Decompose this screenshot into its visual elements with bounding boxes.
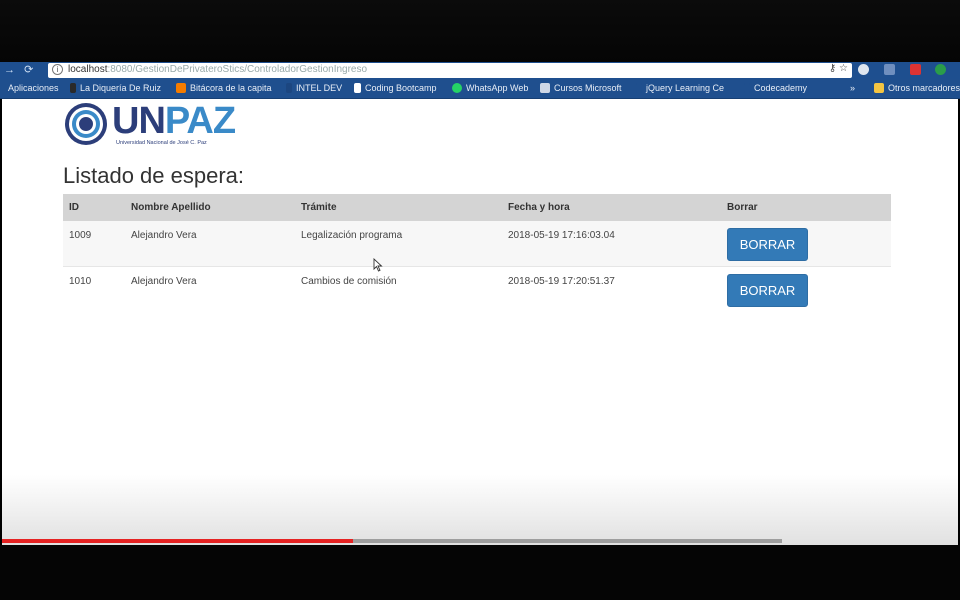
- browser-toolbar: → ⟳ i localhost:8080/GestionDePrivateroS…: [0, 62, 960, 79]
- bookmark-label: WhatsApp Web: [466, 83, 529, 93]
- url-text: localhost:8080/GestionDePrivateroStics/C…: [68, 64, 367, 75]
- extension-icon-4[interactable]: [935, 64, 947, 75]
- bookmark-2[interactable]: Bitácora de la capita: [176, 83, 272, 93]
- cell-tramite: Cambios de comisión: [301, 276, 397, 287]
- table-header: ID Nombre Apellido Trámite Fecha y hora …: [63, 194, 891, 221]
- extension-icons: [858, 64, 958, 78]
- extension-icon-2[interactable]: [883, 64, 895, 75]
- bookmark-label: Aplicaciones: [8, 83, 59, 93]
- waiting-list-table: ID Nombre Apellido Trámite Fecha y hora …: [63, 194, 891, 313]
- bookmark-label: Cursos Microsoft: [554, 83, 622, 93]
- microsoft-icon: [540, 83, 550, 93]
- bookmark-5[interactable]: WhatsApp Web: [452, 83, 528, 93]
- mouse-cursor-icon: [373, 258, 383, 272]
- url-host: localhost: [68, 64, 108, 75]
- table-row: 1009 Alejandro Vera Legalización program…: [63, 221, 891, 267]
- bookmarks-bar: Aplicaciones La Diquería De Ruiz Bitácor…: [0, 79, 960, 99]
- bookmark-3[interactable]: INTEL DEV: [286, 83, 342, 93]
- bookmarks-overflow[interactable]: »: [850, 83, 855, 93]
- cell-fecha: 2018-05-19 17:16:03.04: [508, 230, 615, 241]
- bookmark-label: Otros marcadores: [888, 83, 960, 93]
- browser-nav: → ⟳: [4, 63, 39, 76]
- page-title: Listado de espera:: [63, 163, 245, 188]
- delete-button[interactable]: BORRAR: [727, 228, 808, 261]
- info-icon[interactable]: i: [52, 64, 63, 75]
- whatsapp-icon: [452, 83, 462, 93]
- bookmark-4[interactable]: Coding Bootcamp: [354, 83, 437, 93]
- page-icon: [354, 83, 361, 93]
- key-icon[interactable]: ⚷: [829, 63, 836, 74]
- jquery-icon: [636, 83, 642, 93]
- table-row: 1010 Alejandro Vera Cambios de comisión …: [63, 267, 891, 313]
- cell-tramite: Legalización programa: [301, 230, 403, 241]
- extension-icon-1[interactable]: [858, 64, 869, 75]
- header-fecha: Fecha y hora: [508, 202, 570, 213]
- bookmark-label: Codecademy: [754, 83, 808, 93]
- bookmark-icon: [70, 83, 76, 93]
- cell-fecha: 2018-05-19 17:20:51.37: [508, 276, 615, 287]
- blogger-icon: [176, 83, 186, 93]
- cell-name: Alejandro Vera: [131, 230, 197, 241]
- web-page: UNPAZ Universidad Nacional de José C. Pa…: [2, 99, 958, 545]
- bookmark-label: La Diquería De Ruiz: [80, 83, 162, 93]
- bookmark-label: Bitácora de la capita: [190, 83, 272, 93]
- cell-name: Alejandro Vera: [131, 276, 197, 287]
- header-id: ID: [69, 202, 79, 213]
- cell-id: 1010: [69, 276, 92, 287]
- letterbox-top: [0, 0, 960, 62]
- bookmark-7[interactable]: jQuery Learning Ce: [636, 83, 724, 93]
- forward-icon[interactable]: →: [4, 64, 15, 76]
- bookmark-label: Coding Bootcamp: [365, 83, 437, 93]
- address-bar[interactable]: i localhost:8080/GestionDePrivateroStics…: [48, 63, 852, 78]
- folder-icon: [874, 83, 884, 93]
- reload-icon[interactable]: ⟳: [24, 64, 33, 76]
- url-path: :8080/GestionDePrivateroStics/Controlado…: [107, 64, 368, 75]
- omnibox-icons: ⚷ ☆: [829, 63, 848, 74]
- logo-subtitle: Universidad Nacional de José C. Paz: [116, 140, 207, 146]
- codecademy-icon: [744, 83, 750, 93]
- bookmark-8[interactable]: Codecademy: [744, 83, 807, 93]
- video-progress-fill: [2, 539, 353, 543]
- unpaz-logo[interactable]: UNPAZ Universidad Nacional de José C. Pa…: [64, 100, 244, 150]
- letterbox-bottom: [0, 545, 960, 600]
- bookmark-other[interactable]: Otros marcadores: [874, 83, 960, 93]
- intel-icon: [286, 83, 292, 93]
- bookmark-label: jQuery Learning Ce: [646, 83, 725, 93]
- header-borrar: Borrar: [727, 202, 758, 213]
- star-icon[interactable]: ☆: [839, 63, 848, 74]
- video-frame: → ⟳ i localhost:8080/GestionDePrivateroS…: [0, 0, 960, 600]
- cell-id: 1009: [69, 230, 92, 241]
- logo-wordmark: UNPAZ: [112, 100, 236, 143]
- unpaz-emblem-icon: [65, 103, 107, 145]
- bookmark-1[interactable]: La Diquería De Ruiz: [70, 83, 161, 93]
- adblock-icon[interactable]: [909, 64, 921, 75]
- logo-un: UN: [112, 100, 166, 142]
- header-tramite: Trámite: [301, 202, 337, 213]
- bookmark-6[interactable]: Cursos Microsoft: [540, 83, 622, 93]
- logo-paz: PAZ: [164, 100, 236, 142]
- bookmark-apps[interactable]: Aplicaciones: [8, 83, 59, 93]
- delete-button[interactable]: BORRAR: [727, 274, 808, 307]
- video-overlay-gradient: [2, 475, 958, 545]
- header-name: Nombre Apellido: [131, 202, 211, 213]
- bookmark-label: INTEL DEV: [296, 83, 343, 93]
- video-progress-bar[interactable]: [2, 539, 782, 543]
- overflow-chevron-icon: »: [850, 83, 856, 93]
